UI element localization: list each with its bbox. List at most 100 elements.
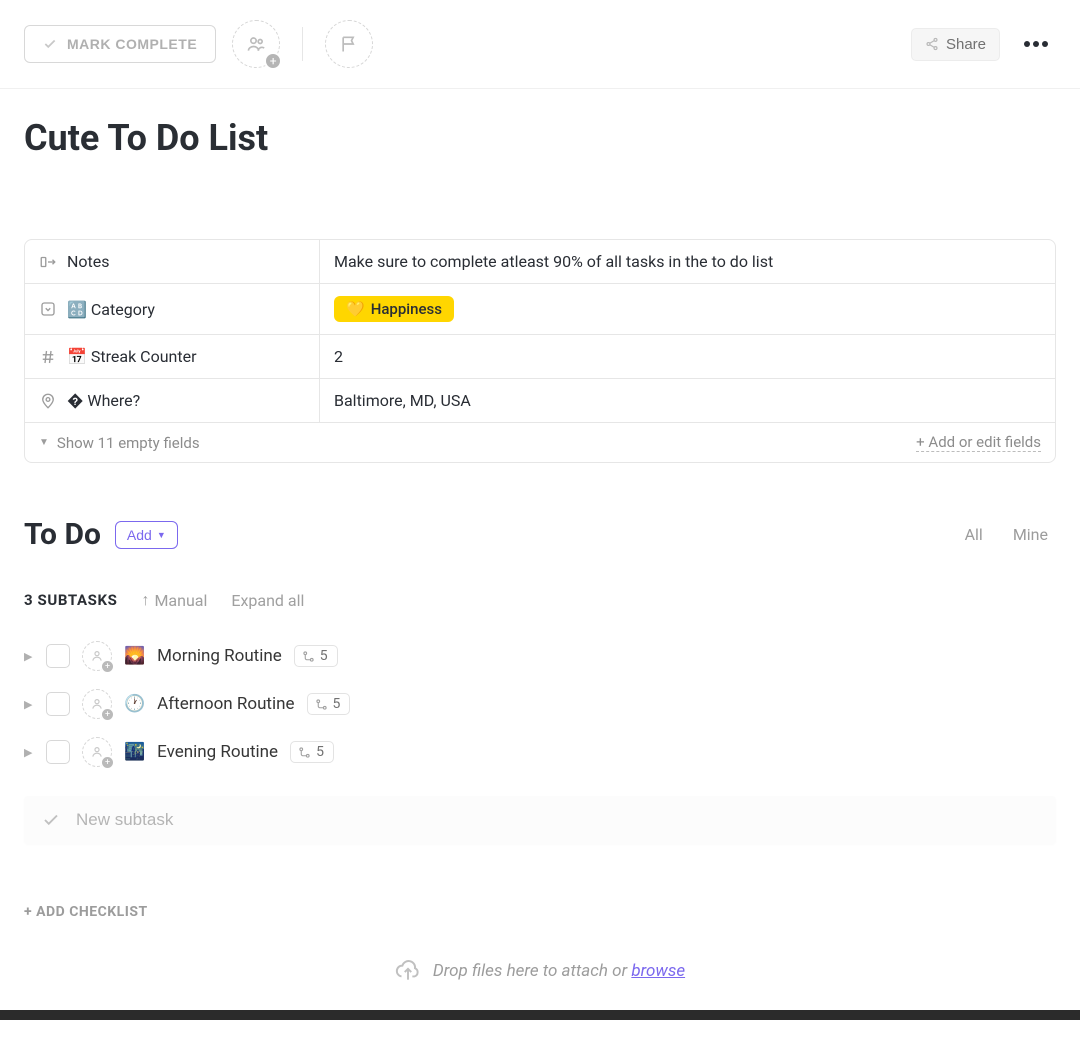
subtask-list: ▶ + 🌄 Morning Routine 5 ▶ + 🕐 Afternoon … (0, 624, 1080, 776)
subtask-emoji: 🌃 (124, 742, 145, 762)
add-checklist-button[interactable]: + ADD CHECKLIST (0, 844, 1080, 942)
pill-emoji: 💛 (346, 300, 365, 318)
subtask-count: 3 SUBTASKS (24, 591, 117, 609)
plus-badge-icon: + (101, 708, 114, 721)
subtask-checkbox[interactable] (46, 692, 70, 716)
person-icon (90, 649, 104, 663)
check-icon (42, 811, 60, 829)
subtask-count-badge[interactable]: 5 (290, 741, 334, 763)
new-subtask-input[interactable] (76, 810, 1038, 830)
toolbar: MARK COMPLETE + Share (0, 0, 1080, 89)
sort-button[interactable]: ↑ Manual (141, 590, 207, 610)
expand-caret-icon[interactable]: ▶ (24, 746, 34, 759)
expand-caret-icon[interactable]: ▶ (24, 698, 34, 711)
arrow-up-icon: ↑ (141, 590, 149, 610)
field-value-category[interactable]: 💛 Happiness (320, 284, 1055, 334)
subtask-title: Morning Routine (157, 646, 282, 666)
subtask-count-value: 5 (320, 648, 328, 664)
field-value-where[interactable]: Baltimore, MD, USA (320, 379, 1055, 422)
field-value-streak[interactable]: 2 (320, 335, 1055, 378)
field-label-cell[interactable]: � Where? (25, 379, 320, 422)
share-label: Share (946, 36, 986, 53)
caret-down-icon: ▼ (39, 437, 49, 448)
subtask-title: Evening Routine (157, 742, 278, 762)
filter-mine-tab[interactable]: Mine (1005, 521, 1056, 548)
plus-badge-icon: + (101, 660, 114, 673)
add-label: Add (127, 527, 152, 543)
subtask-checkbox[interactable] (46, 644, 70, 668)
field-row-where: � Where? Baltimore, MD, USA (25, 379, 1055, 423)
field-label-cell[interactable]: 📅 Streak Counter (25, 335, 320, 378)
field-row-streak: 📅 Streak Counter 2 (25, 335, 1055, 379)
field-row-category: 🔠 Category 💛 Happiness (25, 284, 1055, 335)
subtask-emoji: 🕐 (124, 694, 145, 714)
subtask-row[interactable]: ▶ + 🌄 Morning Routine 5 (24, 632, 1056, 680)
mark-complete-button[interactable]: MARK COMPLETE (24, 25, 216, 63)
number-field-icon (39, 348, 57, 366)
page-title[interactable]: Cute To Do List (24, 117, 1056, 159)
field-label-cell[interactable]: 🔠 Category (25, 284, 320, 334)
caret-down-icon: ▼ (157, 530, 166, 540)
show-empty-fields-button[interactable]: ▼ Show 11 empty fields (39, 434, 200, 452)
share-button[interactable]: Share (911, 28, 1000, 61)
field-label-cell[interactable]: Notes (25, 240, 320, 283)
todo-heading: To Do (24, 517, 101, 552)
person-icon (90, 697, 104, 711)
subtask-row[interactable]: ▶ + 🕐 Afternoon Routine 5 (24, 680, 1056, 728)
vertical-divider (302, 27, 303, 61)
subtask-tree-icon (298, 746, 311, 759)
flag-icon (339, 34, 359, 54)
plus-badge-icon: + (101, 756, 114, 769)
expand-all-button[interactable]: Expand all (231, 591, 304, 610)
expand-caret-icon[interactable]: ▶ (24, 650, 34, 663)
browse-link[interactable]: browse (631, 961, 685, 981)
field-label: � Where? (67, 391, 140, 410)
text-field-icon (39, 253, 57, 271)
title-area: Cute To Do List (0, 89, 1080, 175)
subtask-count-badge[interactable]: 5 (294, 645, 338, 667)
subtask-count-value: 5 (316, 744, 324, 760)
subtask-title: Afternoon Routine (157, 694, 294, 714)
field-label: 📅 Streak Counter (67, 347, 197, 366)
subtask-assignee-button[interactable]: + (82, 689, 112, 719)
subtask-assignee-button[interactable]: + (82, 641, 112, 671)
dropdown-field-icon (39, 300, 57, 318)
filter-all-tab[interactable]: All (957, 521, 991, 548)
priority-flag-button[interactable] (325, 20, 373, 68)
subtask-emoji: 🌄 (124, 646, 145, 666)
subtask-count-badge[interactable]: 5 (307, 693, 351, 715)
dot-icon (1042, 41, 1048, 47)
field-row-notes: Notes Make sure to complete atleast 90% … (25, 240, 1055, 284)
dot-icon (1033, 41, 1039, 47)
person-icon (90, 745, 104, 759)
todo-header: To Do Add ▼ All Mine (0, 463, 1080, 552)
mark-complete-label: MARK COMPLETE (67, 36, 197, 52)
subtask-checkbox[interactable] (46, 740, 70, 764)
context-bar (24, 175, 1056, 229)
subtask-meta: 3 SUBTASKS ↑ Manual Expand all (0, 552, 1080, 624)
subtask-assignee-button[interactable]: + (82, 737, 112, 767)
attachment-dropzone[interactable]: Drop files here to attach or browse (0, 942, 1080, 1010)
people-icon (246, 34, 266, 54)
field-value-notes[interactable]: Make sure to complete atleast 90% of all… (320, 240, 1055, 283)
share-icon (925, 37, 939, 51)
cloud-upload-icon (395, 958, 421, 984)
add-edit-fields-button[interactable]: + Add or edit fields (916, 433, 1041, 452)
fields-footer: ▼ Show 11 empty fields + Add or edit fie… (25, 423, 1055, 462)
field-label: 🔠 Category (67, 300, 155, 319)
subtask-row[interactable]: ▶ + 🌃 Evening Routine 5 (24, 728, 1056, 776)
sort-label: Manual (154, 591, 207, 610)
dot-icon (1024, 41, 1030, 47)
add-subtask-button[interactable]: Add ▼ (115, 521, 178, 549)
show-empty-label: Show 11 empty fields (57, 434, 200, 452)
subtask-count-value: 5 (333, 696, 341, 712)
assignee-add-button[interactable]: + (232, 20, 280, 68)
plus-badge-icon: + (264, 52, 282, 70)
new-subtask-row[interactable] (24, 796, 1056, 844)
more-options-button[interactable] (1016, 33, 1056, 55)
category-pill[interactable]: 💛 Happiness (334, 296, 454, 322)
field-label: Notes (67, 252, 110, 271)
dropzone-text: Drop files here to attach or (433, 961, 631, 981)
subtask-tree-icon (302, 650, 315, 663)
bottom-bar (0, 1010, 1080, 1020)
